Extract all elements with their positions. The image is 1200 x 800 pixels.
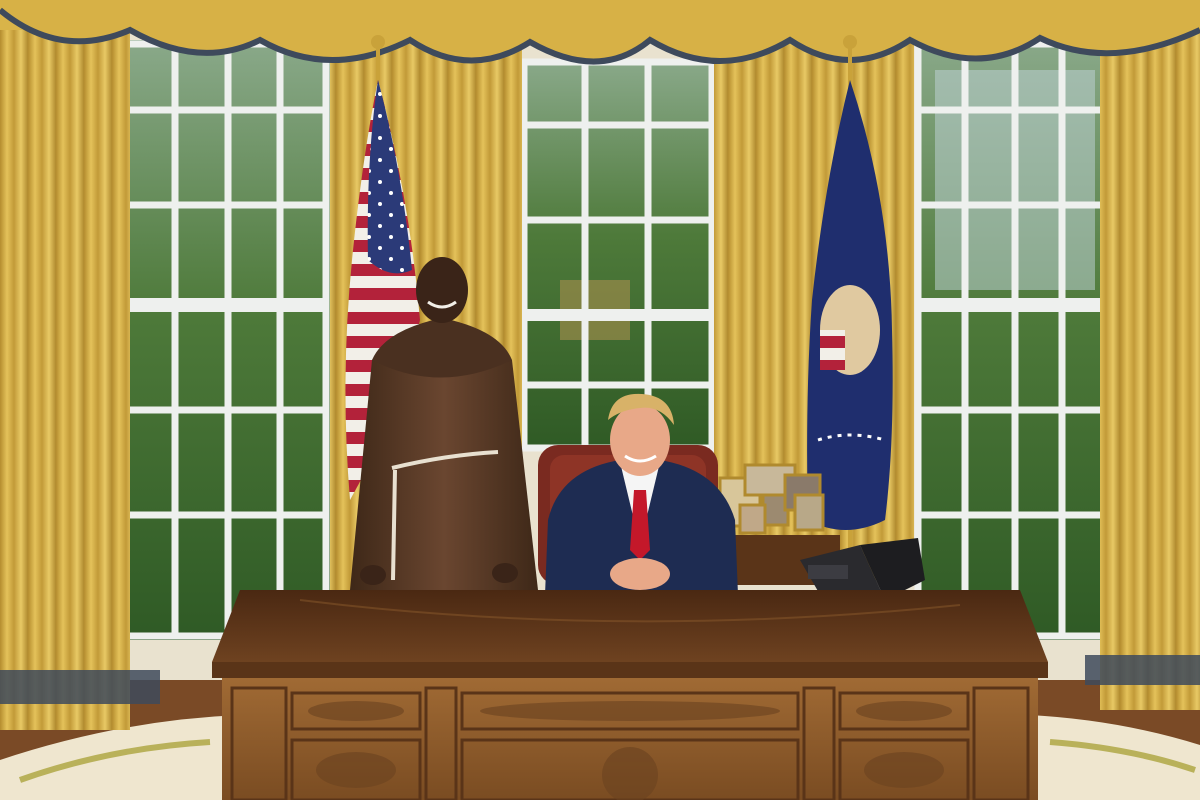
valance bbox=[0, 0, 1200, 65]
oval-office-photo bbox=[0, 0, 1200, 800]
curtain-far-right bbox=[1100, 20, 1200, 710]
curtain-far-left bbox=[0, 20, 130, 730]
window-left bbox=[120, 40, 330, 640]
window-center bbox=[520, 58, 716, 452]
window-right bbox=[914, 40, 1111, 640]
resolute-desk bbox=[212, 590, 1048, 800]
